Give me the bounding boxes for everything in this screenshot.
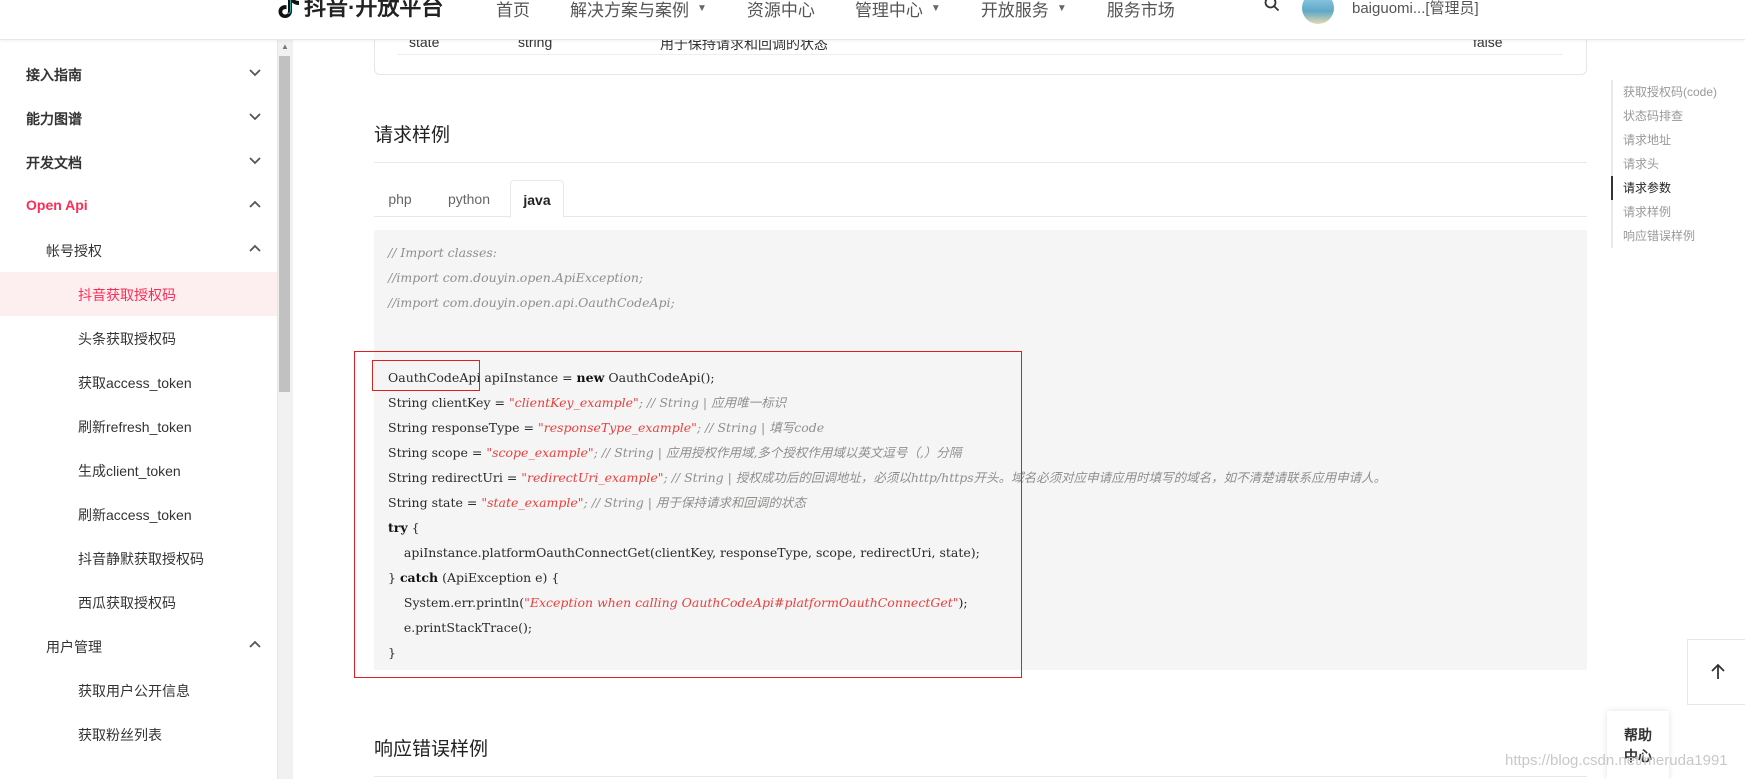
sidebar-item-label: Open Api xyxy=(26,197,88,213)
arrow-up-icon xyxy=(1711,663,1725,679)
sidebar-item-label: 获取access_token xyxy=(78,375,192,391)
sidebar-item[interactable]: 开发文档 xyxy=(0,140,277,184)
douyin-open-platform-logo[interactable]: 抖音·开放平台 xyxy=(278,0,443,22)
nav-management-label: 管理中心 xyxy=(854,1,923,20)
annotation-highlight-box-small xyxy=(372,360,480,391)
sidebar-item[interactable]: 抖音静默获取授权码 xyxy=(0,536,277,580)
sidebar-item[interactable]: 获取用户公开信息 xyxy=(0,668,277,712)
sidebar-item[interactable]: 获取access_token xyxy=(0,360,277,404)
nav-service-market-label: 服务市场 xyxy=(1106,1,1175,20)
nav-management[interactable]: 管理中心 ▼ xyxy=(855,0,941,21)
toc-item-error-example[interactable]: 响应错误样例 xyxy=(1613,224,1743,248)
toc-item-request-url[interactable]: 请求地址 xyxy=(1613,128,1743,152)
tiktok-logo-icon xyxy=(278,0,299,18)
sidebar-item[interactable]: 刷新refresh_token xyxy=(0,404,277,448)
page-toc: 获取授权码(code) 状态码排查 请求地址 请求头 请求参数 请求样例 响应错… xyxy=(1611,80,1743,248)
code-comment: //import com.douyin.open.ApiException; xyxy=(388,270,644,285)
toc-item-status-code[interactable]: 状态码排查 xyxy=(1613,104,1743,128)
top-header: 抖音·开放平台 首页 解决方案与案例 ▼ 资源中心 管理中心 ▼ 开放服务 ▼ 服务市… xyxy=(0,0,1745,40)
sidebar-item[interactable]: 能力图谱 xyxy=(0,96,277,140)
docs-sidebar: 接入指南能力图谱开发文档 Open Api 帐号授权抖音获取授权码 头条获取授权码 获取… xyxy=(0,40,278,779)
sidebar-item[interactable]: 头条获取授权码 xyxy=(0,316,277,360)
user-avatar[interactable] xyxy=(1302,0,1334,24)
chevron-down-icon[interactable] xyxy=(248,154,262,168)
tab-php[interactable]: php xyxy=(374,180,426,216)
tab-python[interactable]: python xyxy=(434,180,504,216)
sidebar-item[interactable]: 接入指南 xyxy=(0,52,277,96)
code-comment: //import com.douyin.open.api.OauthCodeAp… xyxy=(388,295,675,310)
sidebar-item-label: 西瓜获取授权码 xyxy=(78,595,176,611)
main-nav: 首页 解决方案与案例 ▼ 资源中心 管理中心 ▼ 开放服务 ▼ 服务市场 xyxy=(496,0,1215,21)
scroll-up-arrow-icon[interactable]: ▲ xyxy=(281,42,289,51)
nav-resources-label: 资源中心 xyxy=(746,1,815,20)
nav-service-market[interactable]: 服务市场 xyxy=(1107,0,1175,21)
sidebar-item[interactable]: 用户管理 xyxy=(0,624,277,668)
language-tabs: php python java xyxy=(374,180,1587,218)
chevron-up-icon[interactable] xyxy=(248,198,262,212)
sidebar-item-label: 抖音获取授权码 xyxy=(78,287,176,303)
sidebar-item[interactable]: 帐号授权 xyxy=(0,228,277,272)
tab-java[interactable]: java xyxy=(510,180,564,218)
sidebar-item-label: 开发文档 xyxy=(26,155,82,171)
toc-item-get-code[interactable]: 获取授权码(code) xyxy=(1613,80,1743,104)
sidebar-item-label: 用户管理 xyxy=(46,639,102,655)
request-example-title: 请求样例 xyxy=(374,125,451,146)
sidebar-item-label: 刷新access_token xyxy=(78,507,192,523)
username[interactable]: baiguomi...[管理员] xyxy=(1352,0,1479,18)
sidebar-item-label: 头条获取授权码 xyxy=(78,331,176,347)
logo-text: 抖音·开放平台 xyxy=(304,0,444,20)
error-example-title: 响应错误样例 xyxy=(374,739,489,760)
chevron-up-icon[interactable] xyxy=(248,242,262,256)
annotation-highlight-box xyxy=(354,351,1022,678)
sidebar-item-label: 刷新refresh_token xyxy=(78,419,192,435)
sidebar-item[interactable]: 生成client_token xyxy=(0,448,277,492)
sidebar-item-label: 能力图谱 xyxy=(26,111,82,127)
sidebar-item-label: 帐号授权 xyxy=(46,243,102,259)
sidebar-scroll-thumb[interactable] xyxy=(279,56,290,392)
nav-open-services-label: 开放服务 xyxy=(980,1,1049,20)
sidebar-item[interactable]: Open Api xyxy=(0,184,277,228)
chevron-down-icon[interactable] xyxy=(248,110,262,124)
back-to-top-button[interactable] xyxy=(1687,639,1745,705)
nav-home[interactable]: 首页 xyxy=(496,0,530,21)
sidebar-item-label: 获取粉丝列表 xyxy=(78,727,162,743)
toc-item-request-example[interactable]: 请求样例 xyxy=(1613,200,1743,224)
toc-item-request-headers[interactable]: 请求头 xyxy=(1613,152,1743,176)
caret-down-icon: ▼ xyxy=(930,3,941,14)
divider xyxy=(374,162,1587,163)
divider xyxy=(374,776,1587,777)
watermark: https://blog.csdn.net/meruda1991 xyxy=(1505,752,1728,769)
sidebar-item-label: 抖音静默获取授权码 xyxy=(78,551,204,567)
nav-home-label: 首页 xyxy=(496,1,530,20)
chevron-up-icon[interactable] xyxy=(248,638,262,652)
nav-solutions[interactable]: 解决方案与案例 ▼ xyxy=(570,0,707,21)
sidebar-item-label: 生成client_token xyxy=(78,463,181,479)
search-icon[interactable] xyxy=(1264,0,1280,17)
sidebar-item[interactable]: 获取粉丝列表 xyxy=(0,712,277,756)
toc-item-request-params[interactable]: 请求参数 xyxy=(1611,176,1743,200)
caret-down-icon: ▼ xyxy=(1056,3,1067,14)
chevron-down-icon[interactable] xyxy=(248,66,262,80)
nav-solutions-label: 解决方案与案例 xyxy=(570,1,689,20)
sidebar-item[interactable]: 西瓜获取授权码 xyxy=(0,580,277,624)
sidebar-item-label: 获取用户公开信息 xyxy=(78,683,190,699)
nav-resources[interactable]: 资源中心 xyxy=(747,0,815,21)
sidebar-item[interactable]: 抖音获取授权码 xyxy=(0,272,277,316)
sidebar-item-label: 接入指南 xyxy=(26,67,82,83)
sidebar-item[interactable]: 刷新access_token xyxy=(0,492,277,536)
nav-open-services[interactable]: 开放服务 ▼ xyxy=(981,0,1067,21)
code-comment: // Import classes: xyxy=(388,245,497,260)
caret-down-icon: ▼ xyxy=(697,3,707,14)
